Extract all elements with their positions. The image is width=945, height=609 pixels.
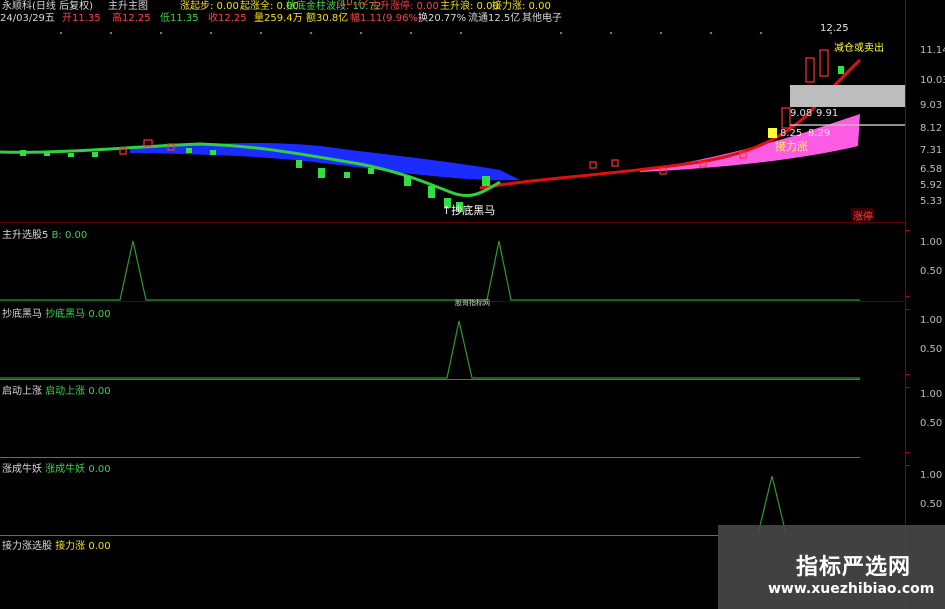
price-tick: 8.12	[920, 123, 943, 134]
pane-1-plot	[0, 240, 860, 301]
relay-marker	[768, 128, 777, 138]
price-tick: 9.03	[920, 100, 943, 111]
quote-turnover: 换20.77%	[418, 13, 467, 22]
quote-low: 低11.35	[160, 13, 199, 22]
zone-label-b: 9.91	[816, 108, 839, 119]
axis-tick	[905, 465, 910, 466]
pane-value: 0.00	[88, 386, 111, 397]
zone-label-d: 8.29	[808, 128, 831, 139]
sell-signal-label: 减仓或卖出	[834, 43, 884, 54]
top-dot-markers	[60, 32, 832, 34]
price-tick: 5.92	[920, 180, 943, 191]
axis-tick	[905, 230, 910, 231]
axis-tick	[905, 387, 910, 388]
pane-tick: 1.00	[920, 389, 943, 400]
main-chart[interactable]: 12.25 减仓或卖出 9.08 9.91 8.25 8.29 接力涨 ↑抄底黑…	[0, 22, 945, 223]
zone-label-a: 9.08	[790, 108, 813, 119]
pane-tick: 0.50	[920, 266, 943, 277]
pane-value: 接力涨	[55, 541, 86, 552]
pane-tick: 0.50	[920, 499, 943, 510]
pane-value: 0.00	[88, 541, 111, 552]
bottom-horse-label: ↑抄底黑马	[442, 204, 496, 217]
axis-tick	[905, 452, 910, 453]
pane-2-plot	[0, 320, 860, 379]
indicator-pane-1[interactable]: 主升选股5 B: 0.00 1.00 0.50	[0, 223, 942, 301]
quote-header: 永顺科(日线 后复权) 主升主图 涨起步: 0.00 起涨全: 0.00 抄底金…	[0, 0, 945, 22]
axis-tick	[905, 374, 910, 375]
price-tick: 7.31	[920, 145, 943, 156]
site-watermark: 指标严选网 www.xuezhibiao.com	[718, 525, 945, 609]
price-tick: 5.33	[920, 196, 943, 207]
quote-high: 高12.25	[112, 13, 151, 22]
indicator-pane-3[interactable]: 启动上涨 启动上涨 0.00 1.00 0.50	[0, 380, 942, 458]
pane-title: 接力涨选股 接力涨 0.00	[2, 537, 111, 552]
quote-float: 流通12.5亿	[468, 13, 521, 22]
pane-tick: 1.00	[920, 470, 943, 481]
pane-value: 启动上涨	[45, 386, 86, 397]
axis-tick	[905, 309, 910, 310]
quote-date: 24/03/29五	[0, 13, 55, 22]
pane-name: 接力涨选股	[2, 541, 52, 552]
price-tick: 11.14	[920, 45, 945, 56]
price-tick: 10.03	[920, 75, 945, 86]
high-price-label: 12.25	[820, 23, 849, 34]
axis-tick	[905, 296, 910, 297]
indicator-pane-2[interactable]: 抄底黑马 抄底黑马 0.00 1.00 0.50	[0, 302, 942, 380]
quote-change: 幅1.11(9.96%)	[350, 13, 422, 22]
down-candles	[20, 66, 844, 212]
pane-tick: 0.50	[920, 418, 943, 429]
pane-tick: 1.00	[920, 315, 943, 326]
quote-amount: 额30.8亿	[306, 13, 349, 22]
watermark-url: www.xuezhibiao.com	[768, 581, 935, 597]
relay-label: 接力涨	[775, 140, 808, 153]
watermark-title: 指标严选网	[796, 555, 912, 580]
pane-tick: 0.50	[920, 344, 943, 355]
quote-sector: 其他电子	[522, 13, 562, 22]
price-axis-divider	[905, 0, 906, 609]
pane-tick: 1.00	[920, 237, 943, 248]
quote-close: 收12.25	[208, 13, 247, 22]
pane-name: 启动上涨	[2, 386, 42, 397]
header-item: 10.72	[340, 0, 369, 8]
quote-volume: 量259.4万	[254, 13, 303, 22]
limit-up-label: 涨停	[853, 212, 873, 223]
quote-open: 开11.35	[62, 13, 101, 22]
resistance-box	[790, 85, 905, 107]
pink-band	[640, 114, 860, 172]
price-tick: 6.58	[920, 164, 943, 175]
main-chart-canvas	[0, 32, 905, 220]
pane-title: 启动上涨 启动上涨 0.00	[2, 382, 111, 397]
